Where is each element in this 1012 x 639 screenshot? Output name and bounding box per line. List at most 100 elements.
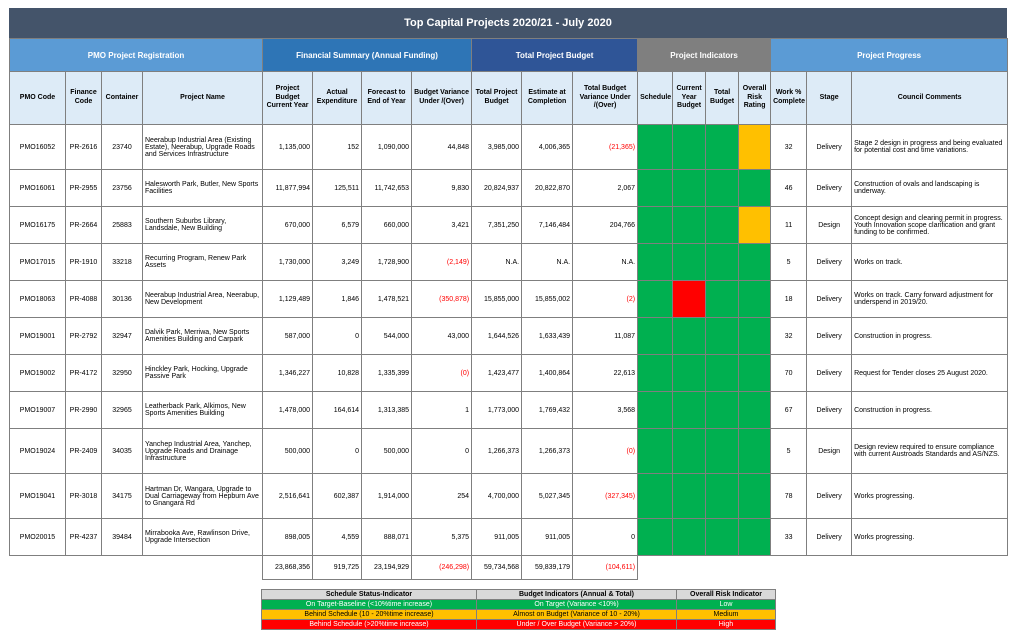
- cell-project-name: Mirrabooka Ave, Rawlinson Drive, Upgrade…: [141, 518, 264, 556]
- cell-stage: Delivery: [806, 354, 853, 392]
- cell-total-budget-indicator: [705, 317, 740, 355]
- cell-container: 25883: [101, 206, 143, 244]
- cell-stage: Delivery: [806, 124, 853, 170]
- cell-total-budget-variance: (0): [572, 428, 639, 474]
- cell-total-budget-indicator: [705, 473, 740, 519]
- cell-overall-risk-indicator: [738, 428, 772, 474]
- cell-container: 39484: [101, 518, 143, 556]
- legend-row-red: Behind Schedule (>20%time increase) Unde…: [261, 619, 776, 630]
- legend-budget-header: Budget Indicators (Annual & Total): [476, 589, 677, 600]
- cell-total-budget-variance: 22,613: [572, 354, 639, 392]
- cell-current-year-budget-indicator: [672, 243, 707, 281]
- cell-budget-current-year: 11,877,994: [262, 169, 314, 207]
- cell-council-comments: Request for Tender closes 25 August 2020…: [851, 354, 1009, 392]
- cell-stage: Delivery: [806, 391, 853, 429]
- cell-project-name: Recurring Program, Renew Park Assets: [141, 243, 264, 281]
- cell-council-comments: Works on track.: [851, 243, 1009, 281]
- cell-total-budget-variance: 3,568: [572, 391, 639, 429]
- cell-finance-code: PR-2792: [65, 317, 102, 355]
- cell-stage: Delivery: [806, 243, 853, 281]
- group-header-row: PMO Project Registration Financial Summa…: [8, 38, 1009, 72]
- cell-budget-variance: 0: [411, 428, 473, 474]
- cell-current-year-budget-indicator: [672, 518, 707, 556]
- col-finance-code: Finance Code: [65, 71, 102, 125]
- cell-work-complete: 32: [770, 124, 808, 170]
- cell-total-budget-indicator: [705, 428, 740, 474]
- cell-forecast: 660,000: [361, 206, 413, 244]
- cell-pmo-code: PMO19041: [9, 473, 66, 519]
- cell-container: 34175: [101, 473, 143, 519]
- total-budget-variance: (246,298): [411, 555, 473, 580]
- legend-schedule-header: Schedule Status-Indicator: [261, 589, 477, 600]
- cell-total-project-budget: 911,005: [471, 518, 523, 556]
- cell-estimate-completion: 20,822,870: [521, 169, 574, 207]
- cell-schedule-indicator: [637, 280, 674, 318]
- cell-current-year-budget-indicator: [672, 317, 707, 355]
- cell-pmo-code: PMO19001: [9, 317, 66, 355]
- cell-work-complete: 78: [770, 473, 808, 519]
- cell-budget-current-year: 2,516,641: [262, 473, 314, 519]
- cell-actual-expenditure: 164,614: [312, 391, 363, 429]
- cell-estimate-completion: 7,146,484: [521, 206, 574, 244]
- cell-pmo-code: PMO19002: [9, 354, 66, 392]
- table-row: PMO20015 PR-4237 39484 Mirrabooka Ave, Rawl…: [9, 518, 1009, 556]
- cell-work-complete: 5: [770, 428, 808, 474]
- cell-total-budget-indicator: [705, 124, 740, 170]
- cell-estimate-completion: 1,769,432: [521, 391, 574, 429]
- cell-work-complete: 11: [770, 206, 808, 244]
- legend-schedule-green: On Target-Baseline (<10%time increase): [261, 599, 477, 610]
- cell-pmo-code: PMO19024: [9, 428, 66, 474]
- group-pmo-registration: PMO Project Registration: [8, 38, 264, 72]
- cell-schedule-indicator: [637, 317, 674, 355]
- cell-finance-code: PR-4237: [65, 518, 102, 556]
- table-row: PMO16061 PR-2955 23756 Halesworth Park, But…: [9, 169, 1009, 207]
- cell-stage: Delivery: [806, 280, 853, 318]
- cell-project-name: Dalvik Park, Merriwa, New Sports Ameniti…: [141, 317, 264, 355]
- cell-stage: Design: [806, 428, 853, 474]
- cell-container: 30136: [101, 280, 143, 318]
- col-budget-current-year: Project Budget Current Year: [262, 71, 314, 125]
- cell-project-name: Halesworth Park, Butler, New Sports Faci…: [141, 169, 264, 207]
- cell-total-budget-indicator: [705, 169, 740, 207]
- cell-container: 32965: [101, 391, 143, 429]
- cell-total-project-budget: 7,351,250: [471, 206, 523, 244]
- cell-budget-variance: (350,878): [411, 280, 473, 318]
- group-project-progress: Project Progress: [770, 38, 1009, 72]
- cell-council-comments: Works progressing.: [851, 518, 1009, 556]
- cell-total-project-budget: 15,855,000: [471, 280, 523, 318]
- cell-total-project-budget: 1,266,373: [471, 428, 523, 474]
- cell-budget-variance: 254: [411, 473, 473, 519]
- cell-container: 34035: [101, 428, 143, 474]
- cell-budget-current-year: 1,135,000: [262, 124, 314, 170]
- cell-work-complete: 70: [770, 354, 808, 392]
- cell-actual-expenditure: 4,559: [312, 518, 363, 556]
- cell-project-name: Neerabup Industrial Area, Neerabup, New …: [141, 280, 264, 318]
- cell-budget-current-year: 1,346,227: [262, 354, 314, 392]
- total-total-budget-variance: (104,611): [572, 555, 639, 580]
- cell-container: 32950: [101, 354, 143, 392]
- total-forecast: 23,194,929: [361, 555, 413, 580]
- cell-overall-risk-indicator: [738, 354, 772, 392]
- cell-schedule-indicator: [637, 206, 674, 244]
- table-row: PMO16175 PR-2664 25883 Southern Suburbs Lib…: [9, 206, 1009, 244]
- cell-budget-current-year: 587,000: [262, 317, 314, 355]
- projects-table-body: PMO16052 PR-2616 23740 Neerabup Industrial …: [9, 124, 1009, 556]
- cell-total-project-budget: 3,985,000: [471, 124, 523, 170]
- cell-actual-expenditure: 6,579: [312, 206, 363, 244]
- cell-budget-variance: 3,421: [411, 206, 473, 244]
- cell-actual-expenditure: 10,828: [312, 354, 363, 392]
- cell-estimate-completion: 15,855,002: [521, 280, 574, 318]
- projects-table: PMO Project Registration Financial Summa…: [8, 38, 1009, 580]
- cell-council-comments: Works on track. Carry forward adjustment…: [851, 280, 1009, 318]
- col-pmo-code: PMO Code: [9, 71, 66, 125]
- cell-project-name: Yanchep Industrial Area, Yanchep, Upgrad…: [141, 428, 264, 474]
- totals-spacer: [9, 555, 263, 580]
- group-project-indicators: Project Indicators: [637, 38, 772, 72]
- cell-budget-variance: 5,375: [411, 518, 473, 556]
- cell-current-year-budget-indicator: [672, 124, 707, 170]
- cell-current-year-budget-indicator: [672, 280, 707, 318]
- table-row: PMO19024 PR-2409 34035 Yanchep Industrial A…: [9, 428, 1009, 474]
- cell-project-name: Southern Suburbs Library, Landsdale, New…: [141, 206, 264, 244]
- cell-total-project-budget: 1,644,526: [471, 317, 523, 355]
- cell-schedule-indicator: [637, 354, 674, 392]
